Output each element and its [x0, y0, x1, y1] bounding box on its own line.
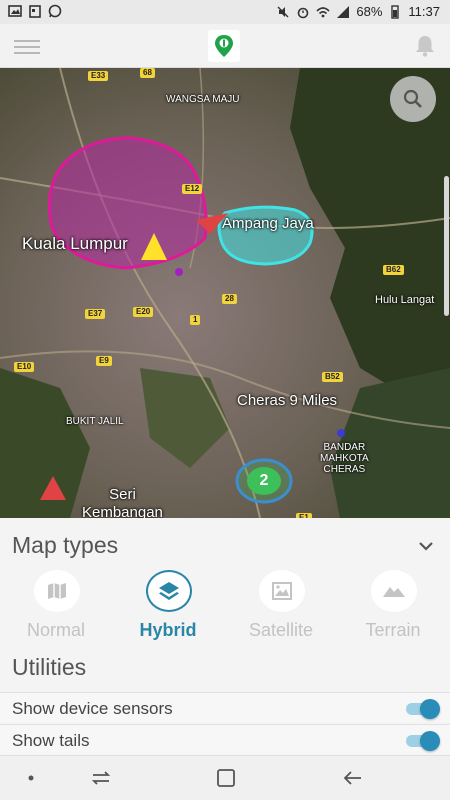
road-badge: 28 — [222, 294, 237, 304]
app-bar — [0, 24, 450, 68]
map-label-hulu-langat: Hulu Langat — [375, 294, 435, 306]
map-type-label: Hybrid — [139, 620, 197, 640]
map-view[interactable]: Kuala Lumpur Ampang Jaya Hulu Langat Che… — [0, 68, 450, 518]
map-type-hybrid[interactable]: Hybrid — [112, 570, 224, 648]
map-label-bandar-mahkota: BANDAR MAHKOTA CHERAS — [320, 442, 369, 475]
location-pin-logo — [208, 30, 240, 62]
battery-icon — [391, 4, 400, 19]
battery-percentage: 68% — [356, 4, 383, 19]
device-sensors-toggle[interactable] — [406, 699, 440, 719]
mute-icon — [277, 6, 289, 17]
utility-row-device-sensors[interactable]: Show device sensors — [0, 692, 450, 722]
map-icon — [34, 570, 80, 612]
road-badge: 1 — [190, 315, 201, 325]
utility-label: Show tails — [12, 731, 90, 750]
map-label-wangsa-maju: WANGSA MAJU — [166, 94, 240, 105]
road-badge: E12 — [182, 184, 203, 194]
road-badge: 68 — [140, 68, 155, 78]
map-type-satellite[interactable]: Satellite — [225, 570, 337, 648]
layers-icon — [146, 570, 192, 612]
hamburger-menu-icon[interactable] — [14, 36, 40, 56]
bell-icon[interactable] — [412, 33, 438, 59]
back-icon[interactable] — [340, 766, 366, 790]
dot-icon[interactable] — [18, 766, 44, 790]
map-types-heading: Map types — [12, 532, 119, 558]
map-type-label: Satellite — [248, 620, 314, 640]
map-label-cheras: Cheras 9 Miles — [237, 392, 338, 409]
image-icon — [8, 5, 22, 17]
map-type-terrain[interactable]: Terrain — [337, 570, 449, 648]
signal-icon — [337, 5, 350, 18]
road-badge: B52 — [322, 372, 343, 382]
map-label-bukit-jalil: BUKIT JALIL — [66, 416, 124, 427]
map-label-seri-kembangan: Seri Kembangan — [82, 486, 163, 518]
wifi-icon — [316, 6, 330, 17]
map-options-sheet: Map types Normal Hybrid Satellite Terrai… — [0, 518, 450, 755]
system-nav-bar — [0, 755, 450, 800]
road-badge: E9 — [96, 356, 112, 366]
map-label-kuala-lumpur: Kuala Lumpur — [22, 234, 128, 253]
road-badge: E20 — [133, 307, 154, 317]
marker-cluster[interactable]: 2 — [235, 458, 293, 504]
road-badge: E33 — [88, 71, 109, 81]
road-badge: B62 — [383, 265, 404, 275]
alarm-icon — [298, 7, 309, 18]
mountain-icon — [371, 570, 417, 612]
chevron-down-icon[interactable] — [416, 536, 436, 556]
tails-toggle[interactable] — [406, 731, 440, 751]
map-type-label: Normal — [26, 620, 85, 640]
map-type-label: Terrain — [365, 620, 421, 640]
clock: 11:37 — [408, 4, 440, 19]
status-bar-right: 68% 11:37 — [276, 4, 440, 19]
utility-label: Show device sensors — [12, 699, 173, 718]
utility-row-tails[interactable]: Show tails — [0, 724, 450, 754]
zoom-search-icon[interactable] — [390, 76, 436, 122]
status-bar: 68% 11:37 — [0, 0, 450, 24]
whatsapp-icon — [48, 4, 62, 18]
calendar-icon — [29, 5, 41, 18]
status-bar-left — [8, 4, 62, 18]
home-icon[interactable] — [213, 766, 239, 790]
map-type-normal[interactable]: Normal — [0, 570, 112, 648]
image-icon — [259, 570, 305, 612]
map-scroll-handle[interactable] — [444, 176, 449, 316]
utilities-heading: Utilities — [12, 654, 87, 680]
road-badge: E37 — [85, 309, 106, 319]
cluster-count: 2 — [259, 472, 269, 489]
app-screen: 68% 11:37 Kuala Lumpur Ampang Jaya Hulu … — [0, 0, 450, 800]
satellite-imagery — [0, 68, 450, 518]
map-label-ampang-jaya: Ampang Jaya — [222, 215, 314, 232]
road-badge: E10 — [14, 362, 35, 372]
recent-apps-icon[interactable] — [88, 766, 114, 790]
